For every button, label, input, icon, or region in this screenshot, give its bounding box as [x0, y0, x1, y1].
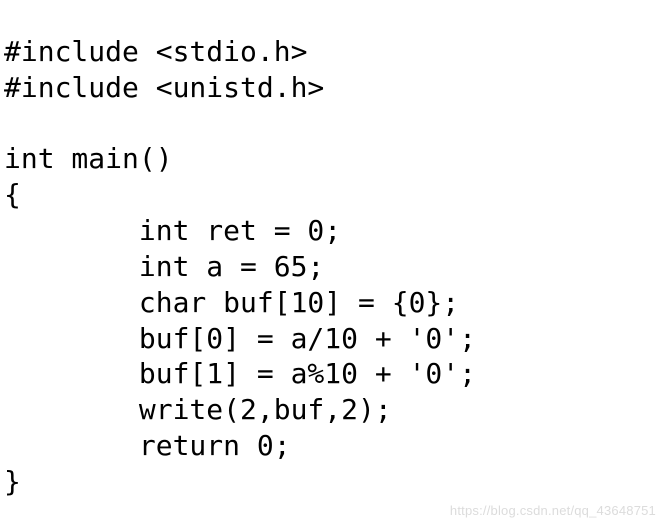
watermark-text: https://blog.csdn.net/qq_43648751 [450, 503, 656, 518]
code-snippet: #include <stdio.h> #include <unistd.h> i… [0, 28, 666, 500]
